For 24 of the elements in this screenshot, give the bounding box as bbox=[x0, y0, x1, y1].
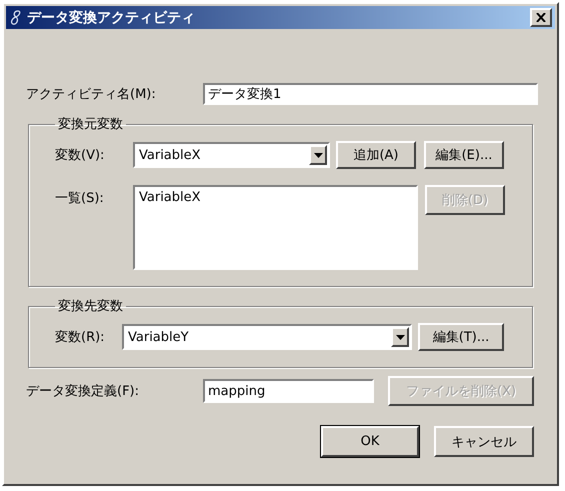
activity-name-field[interactable]: データ変換1 bbox=[203, 83, 538, 105]
field-label: 変数(R): bbox=[55, 329, 106, 346]
close-icon[interactable] bbox=[536, 13, 546, 22]
variable-list[interactable]: VariableX bbox=[133, 185, 418, 270]
dropdown-arrow-icon[interactable] bbox=[396, 334, 404, 340]
variable-dropdown[interactable]: VariableY bbox=[122, 324, 412, 350]
window-title: データ変換アクティビティ bbox=[27, 8, 196, 26]
close-button[interactable] bbox=[530, 8, 552, 27]
field-label: データ変換定義(F): bbox=[26, 383, 140, 400]
add-button[interactable]: 追加(A) bbox=[336, 141, 416, 169]
definition-field[interactable]: mapping bbox=[203, 379, 374, 403]
list-item[interactable]: VariableX bbox=[138, 190, 413, 205]
group-title: 変換先変数 bbox=[57, 298, 124, 315]
cancel-button[interactable]: キャンセル bbox=[434, 426, 534, 457]
script-eight-icon bbox=[9, 8, 23, 26]
field-label: 一覧(S): bbox=[55, 190, 105, 207]
edit-button[interactable]: 編集(T)... bbox=[418, 323, 504, 351]
field-label: アクティビティ名(M): bbox=[26, 86, 157, 103]
dropdown-arrow-icon[interactable] bbox=[314, 152, 322, 158]
ok-button[interactable]: OK bbox=[321, 426, 419, 457]
edit-button[interactable]: 編集(E)... bbox=[424, 141, 504, 169]
group-title: 変換元変数 bbox=[57, 116, 124, 133]
variable-dropdown[interactable]: VariableX bbox=[133, 142, 330, 168]
field-label: 変数(V): bbox=[55, 147, 106, 164]
